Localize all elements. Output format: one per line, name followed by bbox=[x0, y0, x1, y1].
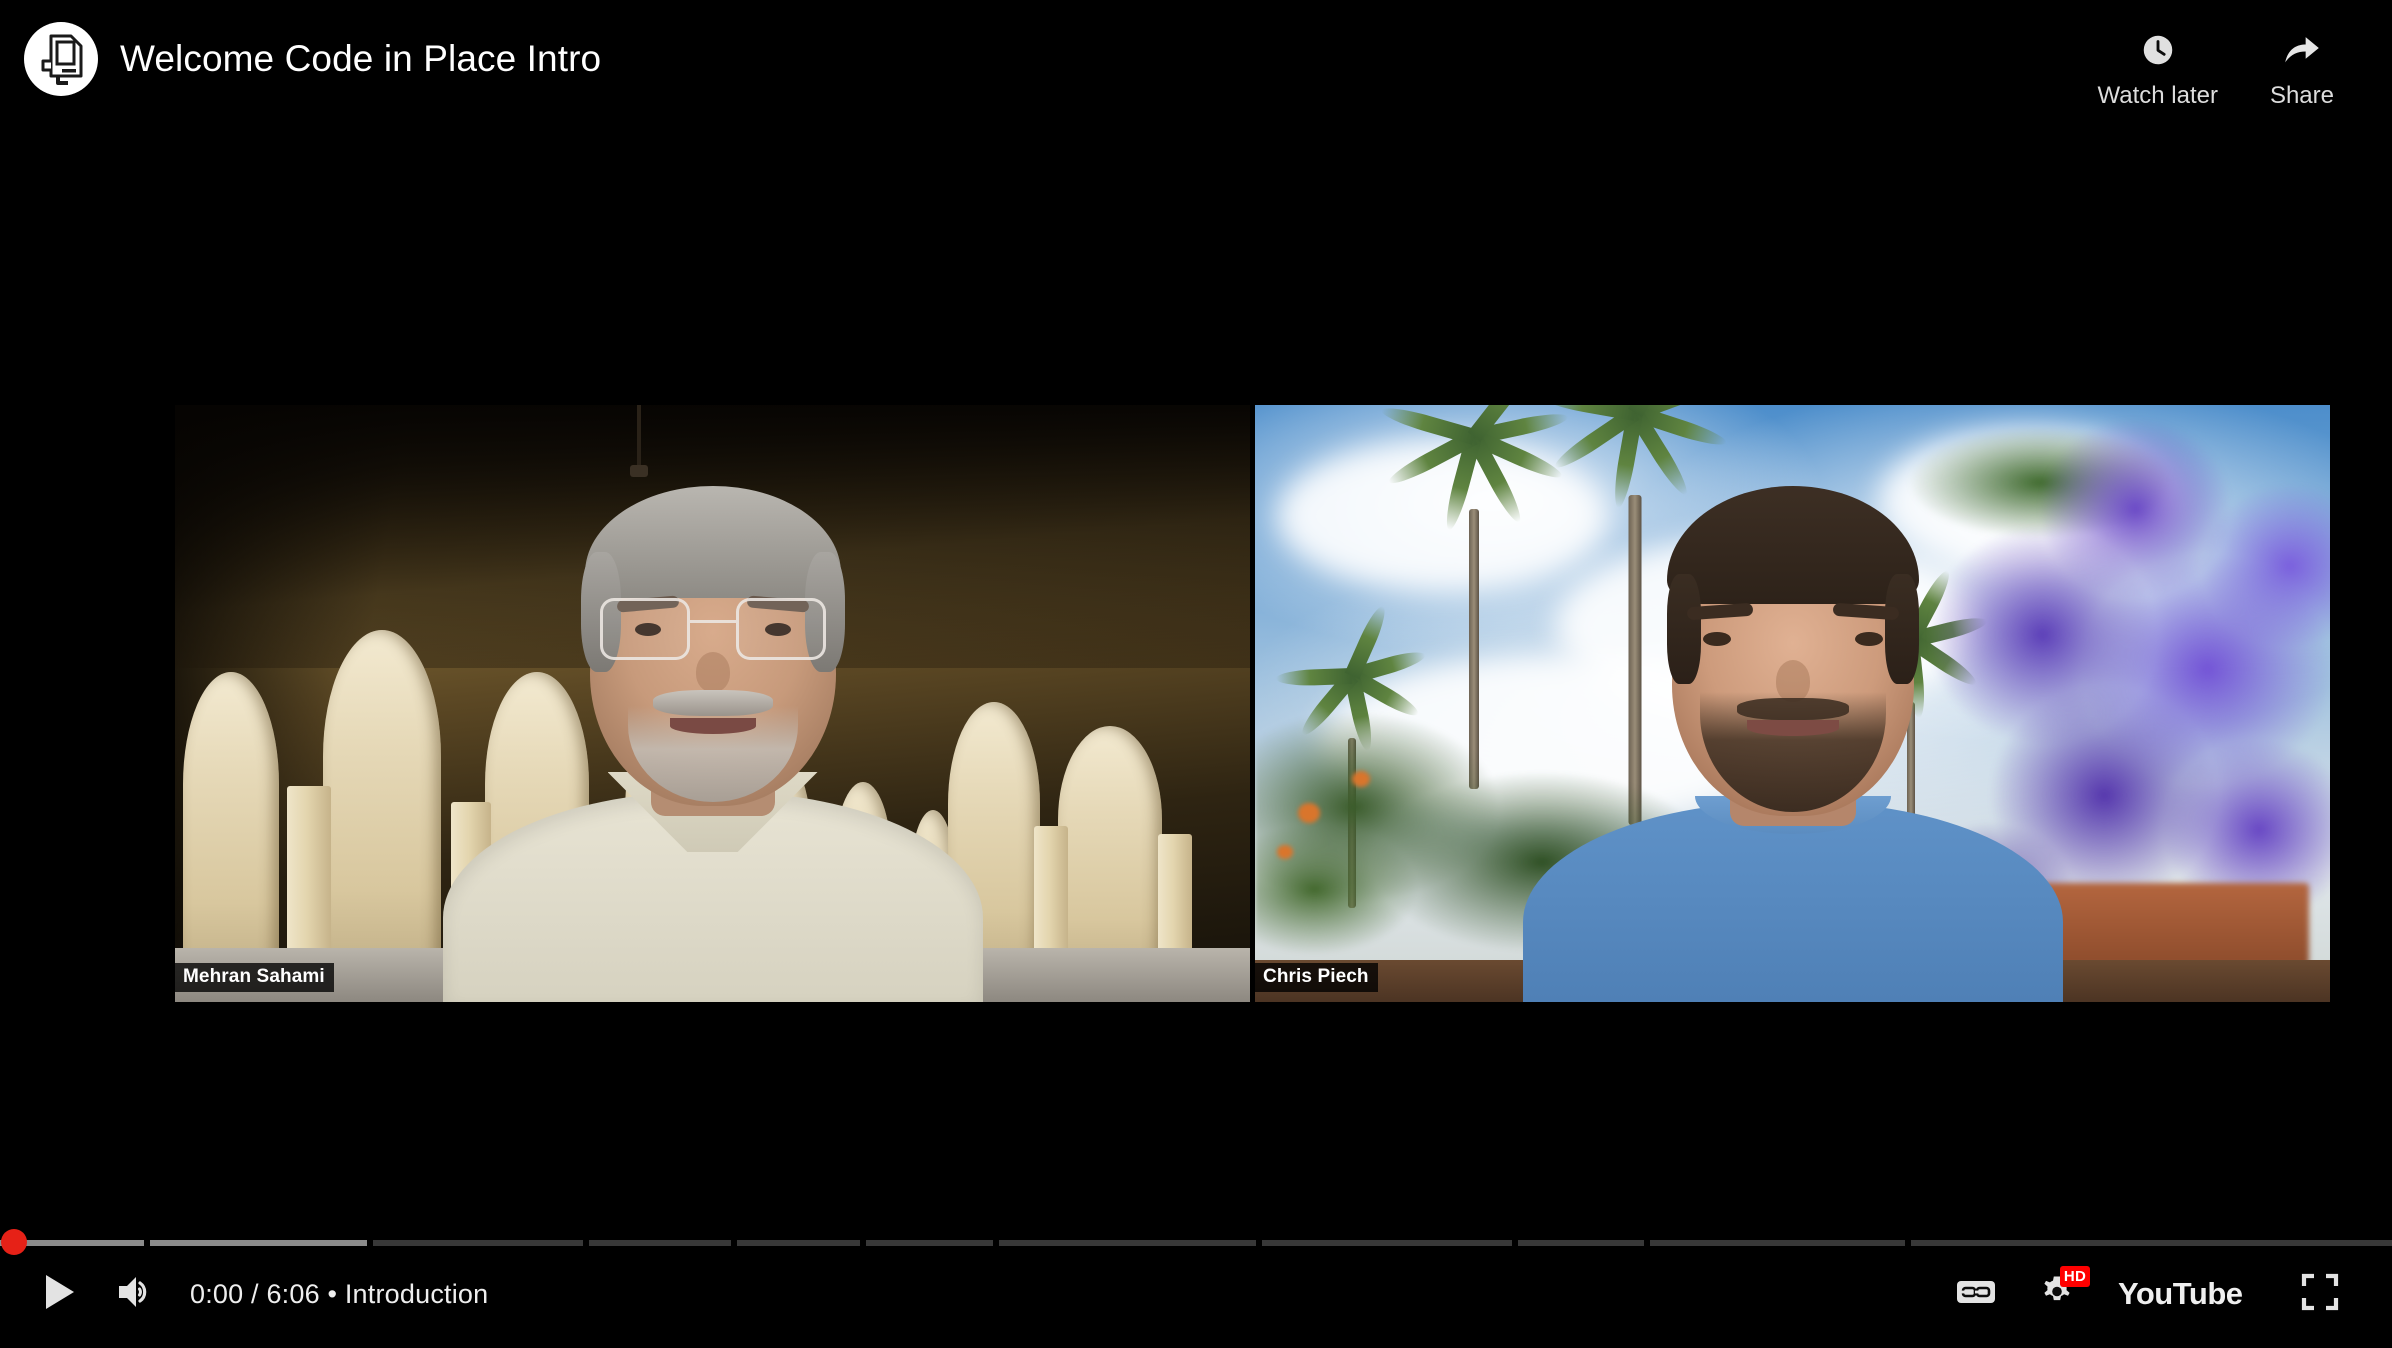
controls-left-group: 0:00 / 6:06 • Introduction bbox=[22, 1256, 488, 1332]
youtube-watermark[interactable]: YouTube bbox=[2102, 1256, 2276, 1332]
orange-flower bbox=[1298, 802, 1320, 823]
lens-right bbox=[735, 598, 826, 660]
volume-button[interactable] bbox=[98, 1256, 174, 1332]
orange-flower bbox=[1351, 771, 1370, 788]
chapter-segment[interactable] bbox=[1262, 1240, 1513, 1246]
chapter-buffered bbox=[149, 1240, 368, 1246]
chapter-segment[interactable] bbox=[1649, 1240, 1905, 1246]
top-action-buttons: Watch later Share bbox=[2097, 22, 2364, 110]
svg-text:YouTube: YouTube bbox=[2118, 1277, 2243, 1311]
lens-left bbox=[599, 598, 690, 660]
video-stage[interactable]: Mehran Sahami Chris Piech bbox=[0, 0, 2392, 1348]
hair-side-right bbox=[1884, 574, 1919, 684]
video-title-group: Welcome Code in Place Intro bbox=[24, 22, 601, 96]
chapter-segment[interactable] bbox=[589, 1240, 731, 1246]
chapter-track bbox=[1649, 1240, 1905, 1246]
chapter-segment[interactable] bbox=[736, 1240, 860, 1246]
share-button[interactable]: Share bbox=[2270, 30, 2334, 110]
participant-figure-mehran bbox=[433, 486, 993, 1002]
chapter-track bbox=[1518, 1240, 1644, 1246]
participant-tile-left: Mehran Sahami bbox=[175, 405, 1250, 1002]
chapter-segments[interactable] bbox=[0, 1240, 2392, 1246]
moustache-shape bbox=[652, 690, 773, 716]
controls-right-group: HD YouTube bbox=[1938, 1256, 2358, 1332]
chapter-track bbox=[999, 1240, 1257, 1246]
participant-tile-right: Chris Piech bbox=[1255, 405, 2330, 1002]
chapter-segment[interactable] bbox=[999, 1240, 1257, 1246]
eyeglasses-icon bbox=[599, 598, 826, 660]
chapter-segment[interactable] bbox=[149, 1240, 368, 1246]
mouth-shape bbox=[669, 718, 756, 734]
page-title: Welcome Code in Place Intro bbox=[120, 38, 602, 79]
chapter-segment[interactable] bbox=[1518, 1240, 1644, 1246]
progress-bar[interactable] bbox=[0, 1229, 2392, 1255]
video-canvas: Mehran Sahami Chris Piech bbox=[175, 405, 2330, 1002]
fullscreen-button[interactable] bbox=[2282, 1256, 2358, 1332]
code-in-place-logo-icon[interactable] bbox=[24, 22, 98, 96]
chapter-segment[interactable] bbox=[1910, 1240, 2392, 1246]
nose-shape bbox=[695, 652, 730, 692]
play-button[interactable] bbox=[22, 1256, 98, 1332]
volume-on-icon bbox=[116, 1273, 156, 1316]
closed-captions-icon bbox=[1956, 1277, 1996, 1312]
share-label: Share bbox=[2269, 82, 2334, 109]
ceiling-lamp-icon bbox=[630, 405, 649, 477]
arch-shape bbox=[323, 630, 441, 1002]
fullscreen-icon bbox=[2301, 1273, 2339, 1316]
settings-button[interactable]: HD bbox=[2020, 1256, 2096, 1332]
eye-left bbox=[1702, 632, 1731, 646]
participant-name-label-right: Chris Piech bbox=[1255, 963, 1378, 992]
glasses-bridge bbox=[689, 620, 736, 623]
chapter-track bbox=[736, 1240, 860, 1246]
eye-right bbox=[1854, 632, 1883, 646]
chapter-segment[interactable] bbox=[865, 1240, 994, 1246]
watch-later-label: Watch later bbox=[2097, 82, 2218, 109]
chapter-track bbox=[865, 1240, 994, 1246]
play-icon bbox=[43, 1273, 77, 1316]
chapter-track bbox=[1262, 1240, 1513, 1246]
participant-figure-chris bbox=[1513, 486, 2073, 1002]
watch-later-button[interactable]: Watch later bbox=[2097, 30, 2218, 110]
hair-side-left bbox=[1666, 574, 1701, 684]
participant-name-label-left: Mehran Sahami bbox=[175, 963, 334, 992]
time-and-chapter-display: 0:00 / 6:06 • Introduction bbox=[190, 1278, 489, 1309]
chapter-track bbox=[373, 1240, 584, 1246]
clock-icon bbox=[2140, 30, 2176, 70]
share-arrow-icon bbox=[2283, 30, 2321, 70]
nose-shape bbox=[1775, 660, 1810, 702]
chapter-track bbox=[589, 1240, 731, 1246]
captions-button[interactable] bbox=[1938, 1256, 2014, 1332]
player-top-bar: Welcome Code in Place Intro Watch later bbox=[0, 0, 2392, 160]
chapter-segment[interactable] bbox=[373, 1240, 584, 1246]
mouth-shape bbox=[1746, 720, 1839, 736]
quality-badge: HD bbox=[2059, 1266, 2090, 1287]
youtube-video-player[interactable]: Mehran Sahami Chris Piech Welcome Code i… bbox=[0, 0, 2392, 1348]
progress-scrubber-handle[interactable] bbox=[1, 1229, 27, 1255]
chapter-track bbox=[1910, 1240, 2392, 1246]
player-bottom-bar: 0:00 / 6:06 • Introduction HD YouTube bbox=[0, 1158, 2392, 1348]
moustache-shape bbox=[1736, 698, 1849, 720]
player-controls-row: 0:00 / 6:06 • Introduction HD YouTube bbox=[0, 1256, 2392, 1332]
orange-flower bbox=[1276, 844, 1293, 859]
